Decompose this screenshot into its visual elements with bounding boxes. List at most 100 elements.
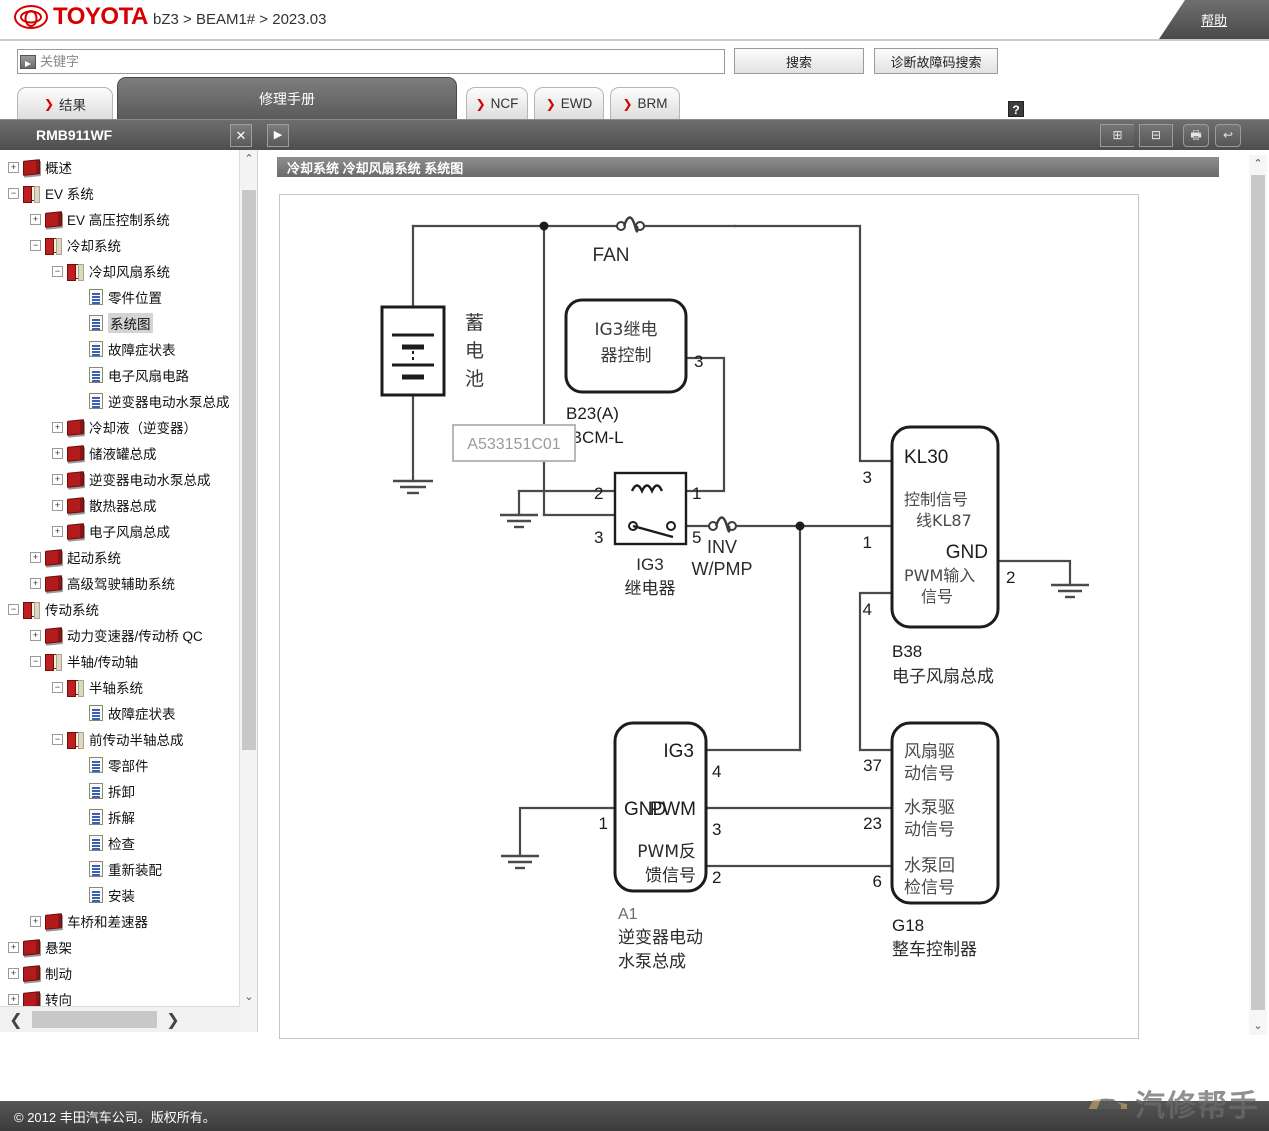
tree-item-label: 逆变器电动水泵总成 [108, 395, 230, 410]
expand-panel-icon[interactable]: ▶ [267, 124, 289, 147]
dtc-search-button[interactable]: 诊断故障码搜索 [874, 48, 998, 74]
tree-scroll-left-icon[interactable]: ❮ [0, 1010, 32, 1030]
tab-ewd-label: EWD [560, 96, 593, 111]
tree-item[interactable]: 检查 [0, 830, 238, 856]
tree-item[interactable]: − 前传动半轴总成 [0, 726, 238, 752]
book-closed-icon [45, 210, 62, 228]
tree-item[interactable]: + 制动 [0, 960, 238, 986]
tree-hscroll-thumb[interactable] [32, 1011, 157, 1028]
tree-item[interactable]: + EV 高压控制系统 [0, 206, 238, 232]
expand-icon[interactable]: + [52, 499, 63, 511]
tree-item[interactable]: 重新装配 [0, 856, 238, 882]
tree-item[interactable]: + 动力变速器/传动桥 QC [0, 622, 238, 648]
tab-repair-manual[interactable]: 修理手册 [117, 77, 457, 119]
expand-icon[interactable]: + [30, 551, 41, 563]
tab-ncf[interactable]: ❯ NCF [466, 87, 528, 119]
document-title: RMB911WF [36, 127, 113, 143]
close-icon[interactable]: ✕ [230, 124, 252, 147]
collapse-icon[interactable]: − [30, 655, 41, 667]
expand-icon[interactable]: + [8, 993, 19, 1005]
search-button[interactable]: 搜索 [734, 48, 864, 74]
tree-item[interactable]: 逆变器电动水泵总成 [0, 388, 238, 414]
tree-item-label: 制动 [45, 967, 72, 982]
tree-item[interactable]: − EV 系统 [0, 180, 238, 206]
tree-item[interactable]: + 高级驾驶辅助系统 [0, 570, 238, 596]
tree-scroll-up-icon[interactable]: ⌃ [240, 150, 257, 168]
page-icon [89, 393, 103, 409]
footer: © 2012 丰田汽车公司。版权所有。 [0, 1101, 1269, 1131]
book-closed-icon [45, 574, 62, 592]
collapse-icon[interactable]: − [52, 681, 63, 693]
a1-name-line2: 水泵总成 [618, 952, 686, 972]
book-open-icon [67, 731, 84, 749]
chevron-right-icon: ❯ [43, 96, 55, 111]
tree-item[interactable]: 安装 [0, 882, 238, 908]
expand-icon[interactable]: + [52, 473, 63, 485]
zoom-out-icon[interactable]: ⊟ [1139, 124, 1173, 147]
expand-icon[interactable]: + [52, 525, 63, 537]
tree-item[interactable]: + 冷却液（逆变器） [0, 414, 238, 440]
tree-item[interactable]: − 半轴/传动轴 [0, 648, 238, 674]
tree-item[interactable]: 零部件 [0, 752, 238, 778]
zoom-in-icon[interactable]: ⊞ [1100, 124, 1134, 147]
tree-item[interactable]: − 冷却系统 [0, 232, 238, 258]
collapse-icon[interactable]: − [8, 187, 19, 199]
g18-pump-line2: 动信号 [904, 820, 955, 840]
tree-item[interactable]: + 散热器总成 [0, 492, 238, 518]
tab-bar: ❯ 结果 修理手册 ❯ NCF ❯ EWD ❯ BRM [0, 77, 1269, 119]
page-icon [89, 783, 103, 799]
ibcm-code: B23(A) [566, 404, 619, 423]
content-scroll-thumb[interactable] [1251, 175, 1265, 1010]
expand-icon[interactable]: + [8, 161, 19, 173]
tree-item[interactable]: − 冷却风扇系统 [0, 258, 238, 284]
expand-icon[interactable]: + [8, 941, 19, 953]
tree-item[interactable]: 拆卸 [0, 778, 238, 804]
tree-item[interactable]: + 电子风扇总成 [0, 518, 238, 544]
expand-icon[interactable]: + [30, 629, 41, 641]
tree-item[interactable]: − 半轴系统 [0, 674, 238, 700]
collapse-icon[interactable]: − [30, 239, 41, 251]
help-button[interactable]: 帮助 [1159, 0, 1269, 39]
page-icon [89, 367, 103, 383]
tree-item[interactable]: + 逆变器电动水泵总成 [0, 466, 238, 492]
expand-icon[interactable]: + [52, 447, 63, 459]
back-icon[interactable]: ↩ [1215, 124, 1241, 147]
collapse-icon[interactable]: − [52, 265, 63, 277]
expand-icon[interactable]: + [52, 421, 63, 433]
expand-icon[interactable]: + [30, 915, 41, 927]
tab-brm[interactable]: ❯ BRM [610, 87, 680, 119]
tab-ewd[interactable]: ❯ EWD [534, 87, 604, 119]
tree-item[interactable]: 拆解 [0, 804, 238, 830]
expand-icon[interactable]: + [30, 577, 41, 589]
content-scroll-down-icon[interactable]: ⌄ [1249, 1017, 1267, 1035]
tree-item[interactable]: + 悬架 [0, 934, 238, 960]
content-vertical-scrollbar[interactable]: ⌃ ⌄ [1249, 155, 1267, 1035]
g18-name: 整车控制器 [892, 940, 977, 960]
b38-name: 电子风扇总成 [892, 667, 994, 687]
print-icon[interactable]: 🖶 [1183, 124, 1209, 147]
tree-horizontal-scrollbar[interactable]: ❮ ❯ [0, 1006, 240, 1032]
expand-icon[interactable]: + [8, 967, 19, 979]
content-scroll-up-icon[interactable]: ⌃ [1249, 155, 1267, 173]
collapse-icon[interactable]: − [52, 733, 63, 745]
search-input[interactable] [36, 50, 724, 73]
tree-scroll-thumb[interactable] [242, 190, 256, 750]
tree-item[interactable]: − 传动系统 [0, 596, 238, 622]
tree-item[interactable]: 系统图 [0, 310, 238, 336]
tree-item[interactable]: 故障症状表 [0, 336, 238, 362]
tree-scroll-down-icon[interactable]: ⌄ [240, 988, 257, 1006]
tree-scroll-right-icon[interactable]: ❯ [157, 1010, 189, 1030]
expand-icon[interactable]: + [30, 213, 41, 225]
collapse-icon[interactable]: − [8, 603, 19, 615]
tree-item[interactable]: + 车桥和差速器 [0, 908, 238, 934]
tree-item[interactable]: + 起动系统 [0, 544, 238, 570]
tree-item[interactable]: 故障症状表 [0, 700, 238, 726]
tree-item[interactable]: + 概述 [0, 154, 238, 180]
tree-item[interactable]: 零件位置 [0, 284, 238, 310]
tree-item[interactable]: + 储液罐总成 [0, 440, 238, 466]
tree-vertical-scrollbar[interactable]: ⌃ ⌄ [239, 150, 257, 1032]
tree-item[interactable]: 电子风扇电路 [0, 362, 238, 388]
tab-results[interactable]: ❯ 结果 [17, 87, 113, 119]
